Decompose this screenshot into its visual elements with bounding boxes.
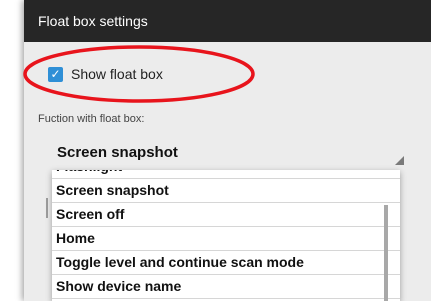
dropdown-option-home[interactable]: Home: [52, 227, 400, 251]
float-box-settings-dialog: Float box settings ✓ Show float box Fuct…: [24, 0, 431, 301]
dialog-title: Float box settings: [24, 0, 431, 42]
dropdown-option-screen-snapshot[interactable]: Screen snapshot: [52, 179, 400, 203]
dropdown-option-screen-off[interactable]: Screen off: [52, 203, 400, 227]
show-float-box-label[interactable]: Show float box: [71, 66, 163, 82]
dropdown-option-toggle-level[interactable]: Toggle level and continue scan mode: [52, 251, 400, 275]
show-float-box-checkbox-row[interactable]: ✓ Show float box: [48, 62, 163, 86]
function-section-label: Fuction with float box:: [38, 113, 145, 125]
dialog-edge-strip: [46, 198, 48, 218]
function-spinner-value: Screen snapshot: [57, 144, 178, 161]
dropdown-option-show-device-name[interactable]: Show device name: [52, 275, 400, 299]
function-spinner[interactable]: Screen snapshot: [57, 140, 407, 170]
spinner-corner-arrow-icon: [395, 156, 404, 165]
function-dropdown-list[interactable]: Flashlight Screen snapshot Screen off Ho…: [52, 170, 400, 301]
show-float-box-checkbox[interactable]: ✓: [48, 66, 63, 82]
checkmark-icon: ✓: [50, 66, 61, 81]
dropdown-option-flashlight[interactable]: Flashlight: [52, 170, 400, 179]
dropdown-scrollbar[interactable]: [384, 205, 388, 301]
